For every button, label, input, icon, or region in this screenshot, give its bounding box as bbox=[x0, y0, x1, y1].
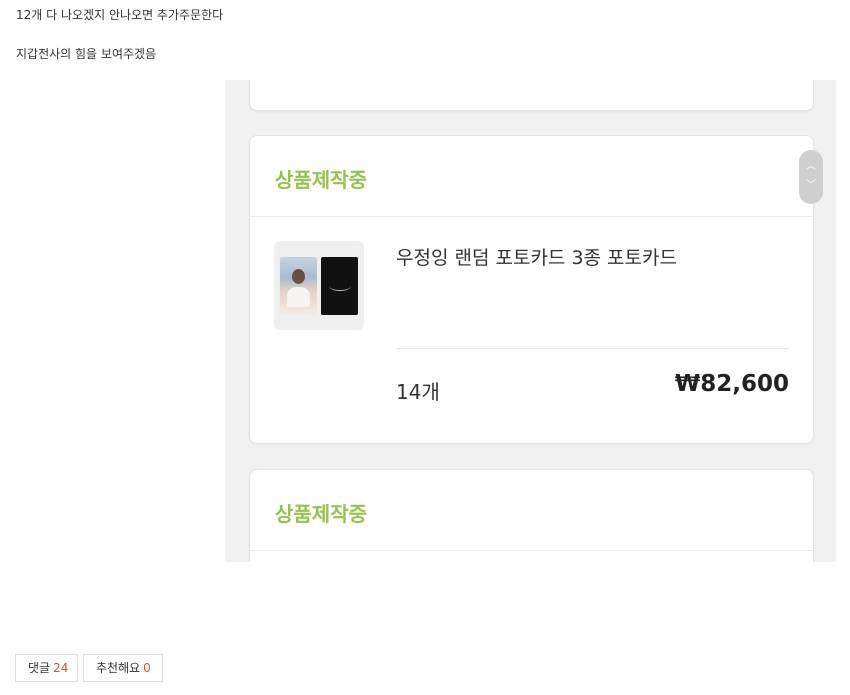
order-status-label: 상품제작중 bbox=[275, 168, 367, 192]
scroll-button: ︿ ﹀ bbox=[799, 150, 823, 204]
product-price: ₩82,600 bbox=[674, 371, 789, 397]
recommend-label: 추천해요 bbox=[96, 661, 141, 675]
recommend-button[interactable]: 추천해요 0 bbox=[83, 654, 163, 682]
post-text-line-2: 지갑전사의 힘을 보여주겠음 bbox=[16, 47, 157, 61]
photocard-back-image bbox=[321, 257, 358, 315]
comment-label: 댓글 bbox=[28, 661, 51, 675]
card-divider bbox=[250, 550, 813, 551]
previous-order-card bbox=[249, 80, 814, 111]
order-screenshot: 상품제작중 우정잉 랜덤 포토카드 3종 포토카드 14개 ₩82,600 ︿ … bbox=[225, 80, 836, 562]
product-quantity: 14개 bbox=[396, 380, 440, 404]
item-divider bbox=[396, 348, 789, 349]
photocard-image bbox=[280, 257, 317, 315]
card-divider bbox=[250, 216, 813, 217]
post-text-line-1: 12개 다 나오겠지 안나오면 추가주문한다 bbox=[16, 8, 224, 22]
comment-count: 24 bbox=[53, 661, 69, 675]
order-card: 상품제작중 우정잉 랜덤 포토카드 3종 포토카드 14개 ₩82,600 bbox=[249, 135, 814, 444]
comment-button[interactable]: 댓글 24 bbox=[15, 654, 78, 682]
chevron-up-icon: ︿ bbox=[806, 161, 816, 172]
product-name: 우정잉 랜덤 포토카드 3종 포토카드 bbox=[396, 247, 677, 269]
chevron-down-icon: ﹀ bbox=[806, 180, 816, 191]
recommend-count: 0 bbox=[143, 661, 151, 675]
product-thumbnail bbox=[274, 241, 364, 330]
next-order-status-label: 상품제작중 bbox=[275, 502, 367, 526]
next-order-card: 상품제작중 bbox=[249, 469, 814, 562]
